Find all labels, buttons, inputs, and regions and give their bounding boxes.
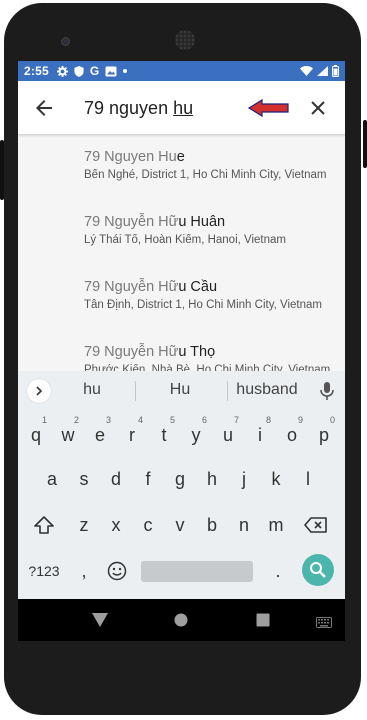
key-s[interactable]: s [70, 459, 98, 499]
key-h[interactable]: h [198, 459, 226, 499]
shift-icon[interactable] [30, 505, 58, 545]
status-time: 2:55 [24, 64, 49, 78]
key-t[interactable]: t5 [150, 415, 178, 455]
backspace-icon[interactable] [302, 505, 330, 545]
google-icon: G [89, 64, 100, 78]
dot-icon [123, 69, 128, 73]
back-arrow-icon[interactable] [32, 96, 56, 120]
key-a[interactable]: a [38, 459, 66, 499]
suggestion-divider [227, 381, 228, 401]
search-icon[interactable] [302, 554, 334, 586]
nav-home-icon[interactable] [174, 613, 188, 632]
results-list: 79 Nguyen Hue Bến Nghé, District 1, Ho C… [18, 136, 345, 396]
key-w[interactable]: w2 [54, 415, 82, 455]
result-subtitle: Bến Nghé, District 1, Ho Chi Minh City, … [84, 169, 327, 181]
result-subtitle: Lý Thái Tổ, Hoàn Kiếm, Hanoi, Vietnam [84, 234, 286, 246]
search-query-text: 79 nguyen [84, 98, 174, 118]
earpiece-speaker [175, 30, 195, 50]
status-bar: 2:55 G [18, 61, 345, 81]
key-z[interactable]: z [70, 505, 98, 545]
keyboard-switch-icon[interactable] [316, 615, 332, 633]
image-icon [105, 66, 117, 77]
key-i[interactable]: i8 [246, 415, 274, 455]
symbols-key[interactable]: ?123 [26, 551, 62, 591]
key-period[interactable]: . [264, 551, 292, 591]
space-key[interactable] [141, 561, 253, 582]
result-title: 79 Nguyen Hue [84, 149, 185, 165]
keyboard: hu Hu husband q1 w2 e3 r4 t5 y6 u7 i8 o9… [18, 371, 345, 599]
search-query-composing: hu [173, 98, 194, 118]
chevron-right-icon[interactable] [27, 379, 51, 403]
key-f[interactable]: f [134, 459, 162, 499]
search-bar: 79 nguyen hu [18, 81, 345, 135]
result-title: 79 Nguyễn Hữu Cầu [84, 279, 218, 295]
key-l[interactable]: l [294, 459, 322, 499]
close-icon[interactable] [306, 96, 330, 120]
suggestion-2[interactable]: Hu [158, 381, 202, 399]
emoji-icon[interactable] [103, 551, 131, 591]
key-d[interactable]: d [102, 459, 130, 499]
microphone-icon[interactable] [318, 381, 336, 401]
key-p[interactable]: p0 [310, 415, 338, 455]
power-button [363, 120, 367, 168]
gear-icon [56, 65, 68, 77]
key-comma[interactable]: , [70, 551, 98, 591]
red-arrow-annotation [247, 98, 290, 118]
key-j[interactable]: j [230, 459, 258, 499]
result-title: 79 Nguyễn Hữu Huân [84, 214, 226, 230]
result-subtitle: Tân Định, District 1, Ho Chi Minh City, … [84, 299, 322, 311]
key-u[interactable]: u7 [214, 415, 242, 455]
result-title: 79 Nguyễn Hữu Thọ [84, 344, 216, 360]
suggestion-1[interactable]: hu [70, 381, 114, 399]
key-g[interactable]: g [166, 459, 194, 499]
key-k[interactable]: k [262, 459, 290, 499]
signal-icon [317, 66, 328, 76]
nav-recents-icon[interactable] [256, 613, 270, 632]
list-item[interactable]: 79 Nguyễn Hữu Huân Lý Thái Tổ, Hoàn Kiếm… [18, 201, 345, 266]
suggestion-strip: hu Hu husband [18, 371, 345, 411]
key-m[interactable]: m [262, 505, 290, 545]
key-e[interactable]: e3 [86, 415, 114, 455]
key-n[interactable]: n [230, 505, 258, 545]
suggestion-divider [135, 381, 136, 401]
key-row-4: ?123 , . [18, 551, 345, 591]
key-c[interactable]: c [134, 505, 162, 545]
key-r[interactable]: r4 [118, 415, 146, 455]
search-input[interactable]: 79 nguyen hu [84, 93, 254, 123]
key-v[interactable]: v [166, 505, 194, 545]
wifi-icon [300, 66, 313, 76]
key-q[interactable]: q1 [22, 415, 50, 455]
shield-icon [74, 65, 84, 77]
nav-back-icon[interactable] [92, 613, 108, 632]
screen: 2:55 G 79 nguyen hu 79 Nguyen Hue Bến Ng… [18, 61, 345, 641]
front-camera [61, 37, 70, 46]
list-item[interactable]: 79 Nguyen Hue Bến Nghé, District 1, Ho C… [18, 136, 345, 201]
navigation-bar [18, 599, 345, 641]
key-y[interactable]: y6 [182, 415, 210, 455]
key-b[interactable]: b [198, 505, 226, 545]
suggestion-3[interactable]: husband [232, 381, 302, 399]
key-x[interactable]: x [102, 505, 130, 545]
battery-icon [332, 65, 339, 77]
list-item[interactable]: 79 Nguyễn Hữu Cầu Tân Định, District 1, … [18, 266, 345, 331]
key-o[interactable]: o9 [278, 415, 306, 455]
